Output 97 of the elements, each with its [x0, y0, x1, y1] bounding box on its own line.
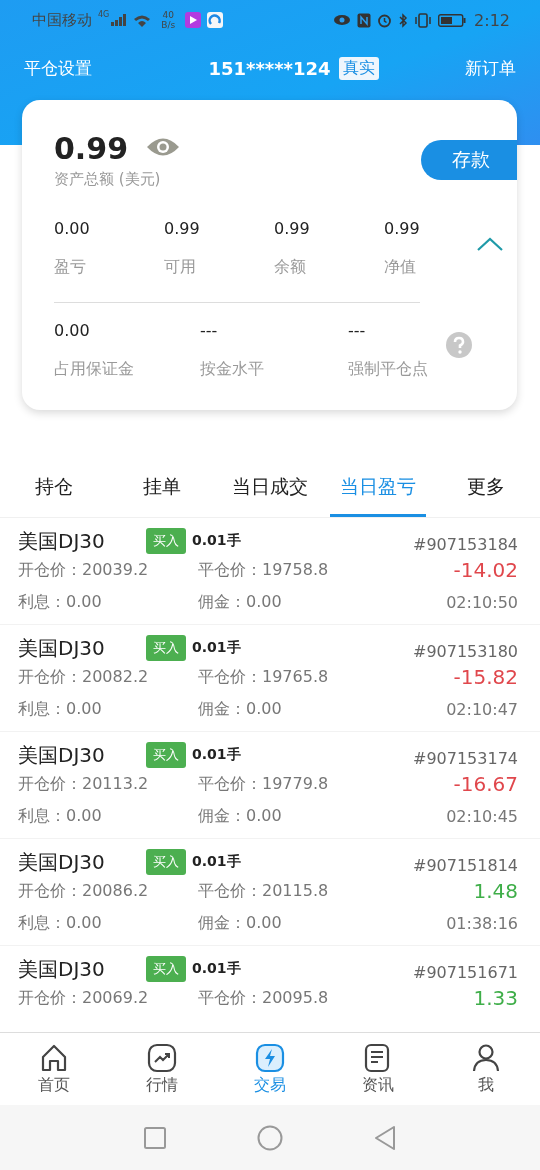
nav-item[interactable]: 我 [432, 1033, 540, 1105]
alarm-icon [377, 12, 393, 28]
close-time: 02:10:45 [446, 806, 518, 826]
tab[interactable]: 持仓 [25, 460, 83, 517]
profit-value: -16.67 [453, 772, 518, 796]
wifi-icon [133, 13, 152, 27]
side-badge: 买入 [146, 742, 186, 768]
close-time: 01:38:16 [446, 913, 518, 933]
vibrate-icon [414, 12, 433, 28]
stat-value: 0.99 [164, 219, 200, 239]
open-price: 开仓价：20039.2 [18, 559, 150, 581]
ticket-number: #907153184 [412, 534, 518, 554]
side-badge: 买入 [146, 528, 186, 554]
network-speed: 40 [162, 10, 174, 20]
stat-value: 0.00 [54, 219, 90, 239]
help-icon[interactable] [446, 332, 472, 358]
lot-size: 0.01手 [192, 853, 241, 871]
clock-time: 2:12 [474, 10, 510, 30]
open-price: 开仓价：20086.2 [18, 880, 150, 902]
tab[interactable]: 更多 [457, 460, 515, 517]
close-price: 平仓价：19765.8 [198, 666, 329, 688]
close-price: 平仓价：19758.8 [198, 559, 329, 581]
network-type: 4G [98, 10, 110, 19]
symbol-name: 美国DJ30 [18, 848, 106, 876]
close-time: 02:10:50 [446, 592, 518, 612]
commission-value: 佣金：0.00 [198, 591, 282, 613]
side-badge: 买入 [146, 849, 186, 875]
stat-label: 强制平仓点 [348, 359, 428, 379]
profit-value: 1.48 [473, 879, 518, 903]
battery-icon [438, 13, 467, 27]
stat-value: --- [200, 321, 218, 341]
ticket-number: #907153174 [412, 748, 518, 768]
stat-label: 盈亏 [54, 257, 86, 277]
lightning-icon [255, 1042, 285, 1073]
stat-value: --- [348, 321, 366, 341]
nav-item[interactable]: 行情 [108, 1033, 216, 1105]
lot-size: 0.01手 [192, 960, 241, 978]
total-assets-label: 资产总额 (美元) [54, 170, 162, 189]
profit-value: -14.02 [453, 558, 518, 582]
nav-item[interactable]: 资讯 [324, 1033, 432, 1105]
interest-value: 利息：0.00 [18, 591, 103, 613]
total-assets-value: 0.99 [54, 130, 129, 168]
interest-value: 利息：0.00 [18, 805, 103, 827]
profit-value: -15.82 [453, 665, 518, 689]
lot-size: 0.01手 [192, 639, 241, 657]
eye-icon[interactable] [146, 136, 181, 158]
eye-icon [333, 14, 352, 26]
close-time: 02:10:47 [446, 699, 518, 719]
stat-label: 占用保证金 [54, 359, 134, 379]
nav-item[interactable]: 交易 [216, 1033, 324, 1105]
lot-size: 0.01手 [192, 746, 241, 764]
lot-size: 0.01手 [192, 532, 241, 550]
person-icon [471, 1042, 501, 1073]
symbol-name: 美国DJ30 [18, 527, 106, 555]
tab[interactable]: 当日成交 [222, 460, 318, 517]
stat-label: 净值 [384, 257, 416, 277]
bluetooth-icon [398, 12, 409, 28]
ticket-number: #907151671 [412, 962, 518, 982]
app-icon [185, 12, 202, 28]
app-icon [207, 12, 224, 28]
signal-icon [111, 14, 128, 26]
symbol-name: 美国DJ30 [18, 955, 106, 983]
nfc-icon [357, 12, 372, 28]
side-badge: 买入 [146, 635, 186, 661]
close-price: 平仓价：19779.8 [198, 773, 329, 795]
stat-label: 余额 [274, 257, 306, 277]
back-icon[interactable] [373, 1124, 397, 1151]
open-price: 开仓价：20069.2 [18, 987, 150, 1009]
recent-apps-icon[interactable] [143, 1125, 167, 1150]
symbol-name: 美国DJ30 [18, 741, 106, 769]
account-type-badge: 真实 [338, 56, 379, 80]
close-price: 平仓价：20115.8 [198, 880, 329, 902]
symbol-name: 美国DJ30 [18, 634, 106, 662]
stat-value: 0.99 [274, 219, 310, 239]
side-badge: 买入 [146, 956, 186, 982]
open-price: 开仓价：20113.2 [18, 773, 150, 795]
trend-chart-icon [147, 1042, 177, 1073]
stat-value: 0.00 [54, 321, 90, 341]
commission-value: 佣金：0.00 [198, 912, 282, 934]
speed-unit: B/s [161, 20, 176, 30]
interest-value: 利息：0.00 [18, 912, 103, 934]
stat-label: 可用 [164, 257, 196, 277]
chevron-icon[interactable] [476, 236, 504, 252]
account-number: 151*****124 [208, 57, 331, 79]
stat-label: 按金水平 [200, 359, 264, 379]
tab[interactable]: 挂单 [133, 460, 191, 517]
profit-value: 1.33 [473, 986, 518, 1010]
commission-value: 佣金：0.00 [198, 805, 282, 827]
stat-value: 0.99 [384, 219, 420, 239]
ticket-number: #907151814 [412, 855, 518, 875]
commission-value: 佣金：0.00 [198, 698, 282, 720]
open-price: 开仓价：20082.2 [18, 666, 150, 688]
nav-item[interactable]: 首页 [0, 1033, 108, 1105]
carrier-name: 中国移动 [32, 10, 92, 30]
ticket-number: #907153180 [412, 641, 518, 661]
close-price: 平仓价：20095.8 [198, 987, 329, 1009]
interest-value: 利息：0.00 [18, 698, 103, 720]
